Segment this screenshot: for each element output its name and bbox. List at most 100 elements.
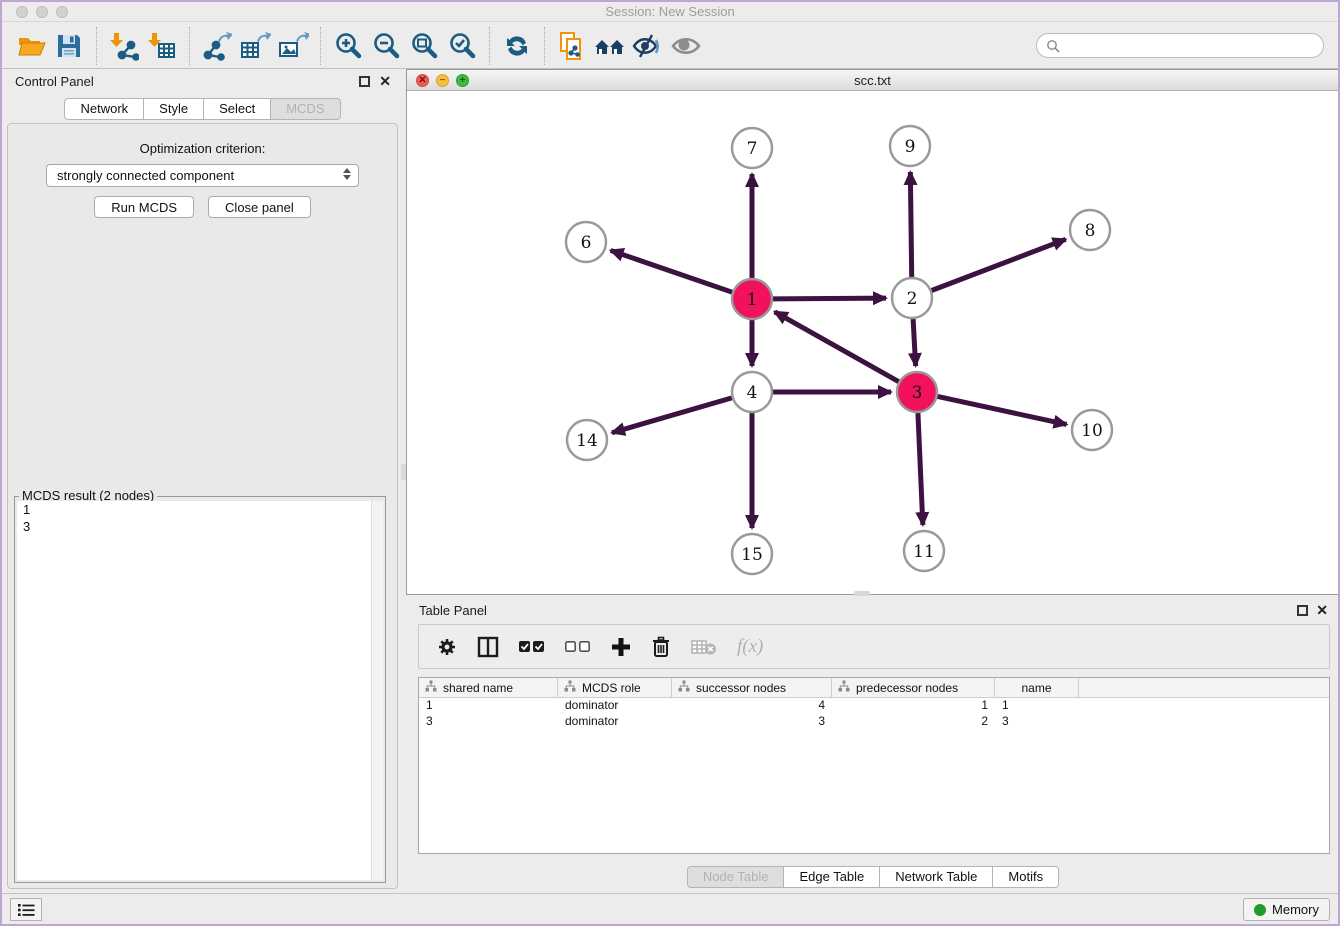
column-tree-icon	[564, 680, 576, 695]
table-cell[interactable]: 1	[832, 698, 995, 714]
task-history-button[interactable]	[10, 898, 42, 921]
open-folder-icon[interactable]	[12, 28, 50, 64]
graph-node-label: 11	[913, 542, 935, 562]
tab-select[interactable]: Select	[204, 98, 271, 120]
mcds-result-item[interactable]: 1	[17, 501, 383, 518]
graph-edge-1-2[interactable]	[773, 298, 886, 299]
refresh-icon[interactable]	[498, 28, 536, 64]
tab-network-table[interactable]: Network Table	[880, 866, 993, 888]
status-bar: Memory	[2, 893, 1338, 924]
table-cell[interactable]: 4	[672, 698, 832, 714]
gear-icon[interactable]	[437, 637, 457, 657]
app-window: Session: New Session	[0, 0, 1340, 926]
graph-edge-2-9[interactable]	[910, 172, 911, 277]
graph-edge-3-1[interactable]	[775, 312, 899, 382]
optimization-criterion-select[interactable]: strongly connected component	[46, 164, 359, 187]
delete-icon[interactable]	[651, 636, 671, 658]
delete-table-icon[interactable]	[691, 638, 717, 656]
graph-edge-2-8[interactable]	[932, 239, 1066, 290]
zoom-in-icon[interactable]	[329, 28, 367, 64]
graph-edge-1-6[interactable]	[611, 250, 733, 292]
memory-label: Memory	[1272, 902, 1319, 917]
tab-mcds[interactable]: MCDS	[271, 98, 340, 120]
toolbar-separator	[96, 27, 97, 65]
table-cell[interactable]: 1	[995, 698, 1079, 714]
column-tree-icon	[678, 680, 690, 695]
tab-node-table[interactable]: Node Table	[687, 866, 785, 888]
tab-motifs[interactable]: Motifs	[993, 866, 1059, 888]
export-image-icon[interactable]	[274, 28, 312, 64]
tab-style[interactable]: Style	[144, 98, 204, 120]
mcds-result-list[interactable]: 13	[17, 501, 383, 880]
table-cell[interactable]: 1	[419, 698, 558, 714]
deselect-all-icon[interactable]	[565, 640, 591, 654]
add-column-icon[interactable]	[611, 637, 631, 657]
graph-edge-3-11[interactable]	[918, 413, 923, 525]
table-row[interactable]: 1dominator411	[419, 698, 1329, 714]
float-panel-icon[interactable]	[359, 76, 370, 87]
select-all-icon[interactable]	[519, 640, 545, 654]
export-table-icon[interactable]	[236, 28, 274, 64]
memory-status-icon	[1254, 904, 1266, 916]
export-network-icon[interactable]	[198, 28, 236, 64]
horizontal-splitter-handle[interactable]	[854, 591, 870, 596]
close-table-panel-icon[interactable]: ✕	[1316, 602, 1328, 618]
show-hide-icon[interactable]	[667, 28, 705, 64]
save-icon[interactable]	[50, 28, 88, 64]
table-cell[interactable]: 2	[832, 714, 995, 730]
tab-edge-table[interactable]: Edge Table	[784, 866, 880, 888]
column-tree-icon	[425, 680, 437, 695]
table-cell[interactable]: 3	[672, 714, 832, 730]
column-header-predecessor-nodes[interactable]: predecessor nodes	[832, 678, 995, 697]
network-view-title: scc.txt	[407, 73, 1338, 88]
table-panel-title: Table Panel	[419, 603, 487, 618]
table-cell[interactable]: dominator	[558, 714, 672, 730]
window-title: Session: New Session	[2, 4, 1338, 19]
zoom-selected-icon[interactable]	[443, 28, 481, 64]
function-icon[interactable]: f(x)	[737, 636, 763, 658]
node-table[interactable]: shared nameMCDS rolesuccessor nodesprede…	[418, 677, 1330, 854]
mcds-result-item[interactable]: 3	[17, 518, 383, 535]
table-cell[interactable]: 3	[419, 714, 558, 730]
scrollbar-track[interactable]	[371, 501, 383, 880]
network-graph[interactable]: 7968124314101511	[407, 91, 1338, 594]
column-header-MCDS-role[interactable]: MCDS role	[558, 678, 672, 697]
column-header-shared-name[interactable]: shared name	[419, 678, 558, 697]
toolbar-separator	[544, 27, 545, 65]
graph-edge-4-14[interactable]	[612, 398, 732, 433]
search-field[interactable]	[1036, 33, 1324, 58]
float-table-panel-icon[interactable]	[1297, 605, 1308, 616]
graph-node-label: 7	[747, 139, 758, 159]
clone-network-icon[interactable]	[553, 28, 591, 64]
table-cell[interactable]: 3	[995, 714, 1079, 730]
tab-network[interactable]: Network	[64, 98, 144, 120]
memory-button[interactable]: Memory	[1243, 898, 1330, 921]
close-panel-button[interactable]: Close panel	[208, 196, 311, 218]
optimization-criterion-label: Optimization criterion:	[8, 141, 397, 156]
column-header-successor-nodes[interactable]: successor nodes	[672, 678, 832, 697]
graph-node-label: 10	[1081, 421, 1103, 441]
home-layout-icon[interactable]	[591, 28, 629, 64]
graph-edge-2-3[interactable]	[913, 319, 916, 366]
graph-node-label: 9	[905, 137, 916, 157]
import-network-icon[interactable]	[105, 28, 143, 64]
import-table-icon[interactable]	[143, 28, 181, 64]
style-preview-icon[interactable]	[629, 28, 667, 64]
zoom-fit-icon[interactable]	[405, 28, 443, 64]
column-pane-icon[interactable]	[477, 636, 499, 658]
table-cell[interactable]: dominator	[558, 698, 672, 714]
run-mcds-button[interactable]: Run MCDS	[94, 196, 194, 218]
column-header-name[interactable]: name	[995, 678, 1079, 697]
vertical-splitter-handle[interactable]	[401, 464, 406, 480]
close-panel-icon[interactable]: ✕	[379, 73, 391, 89]
search-input[interactable]	[1065, 36, 1323, 56]
network-window-titlebar[interactable]: ✕ − + scc.txt	[407, 70, 1338, 91]
table-row[interactable]: 3dominator323	[419, 714, 1329, 730]
graph-edge-3-10[interactable]	[938, 396, 1067, 424]
network-canvas[interactable]: 7968124314101511	[407, 91, 1338, 594]
column-tree-icon	[838, 680, 850, 695]
toolbar-separator	[320, 27, 321, 65]
zoom-out-icon[interactable]	[367, 28, 405, 64]
column-header-label: name	[1021, 681, 1051, 695]
table-header-row: shared nameMCDS rolesuccessor nodesprede…	[419, 678, 1329, 698]
